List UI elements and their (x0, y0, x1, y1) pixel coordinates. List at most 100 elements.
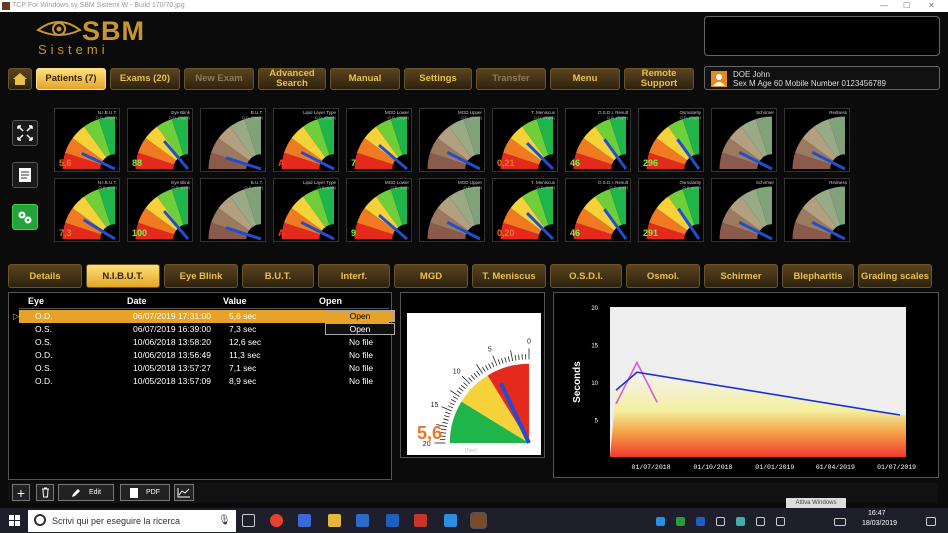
skype-icon[interactable] (444, 514, 457, 527)
tab-osmol[interactable]: Osmol. (626, 264, 700, 288)
tab-o-s-d-i[interactable]: O.S.D.I. (550, 264, 622, 288)
table-row[interactable]: O.S. 06/07/2019 16:39:00 7,3 sec Open (19, 323, 395, 336)
chrome-icon[interactable] (270, 514, 283, 527)
big-gauge-tick-label: 10 (453, 369, 461, 376)
report-button[interactable] (12, 162, 38, 188)
tray-icon-3[interactable] (696, 517, 705, 526)
tab-n-i-b-u-t[interactable]: N.I.B.U.T. (86, 264, 160, 288)
cell-value: 7,1 sec (229, 363, 257, 373)
gauge-gauges_bottom-redness[interactable]: Redness (784, 178, 850, 242)
gauge-gauges_bottom-eye-blink[interactable]: Eye Blink O.S. (Left) 100 (127, 178, 193, 242)
minimize-icon[interactable]: — (880, 0, 888, 12)
windows-start-icon[interactable] (9, 515, 20, 526)
tray-icon-6[interactable] (756, 517, 765, 526)
tray-icon-5[interactable] (736, 517, 745, 526)
nav-exams-20[interactable]: Exams (20) (110, 68, 180, 90)
tab-eye-blink[interactable]: Eye Blink (164, 264, 238, 288)
table-row[interactable]: O.D. 10/05/2018 13:57:09 8,9 sec No file (19, 375, 389, 388)
gauge-gauges_top-lipid-layer-type[interactable]: Lipid Layer Type O.D. (Right) A (273, 108, 339, 172)
cell-open: No file (349, 363, 374, 373)
close-icon[interactable]: ✕ (928, 0, 935, 12)
gauge-gauges_top-b-u-t[interactable]: B.U.T. O.D. (Right) (200, 108, 266, 172)
gauge-gauges_top-schirmer[interactable]: Schirmer (711, 108, 777, 172)
gauge-gauges_bottom-mgd-upper[interactable]: MGD Upper O.S. (Left) (419, 178, 485, 242)
table-row[interactable]: O.S. 10/05/2018 13:57:27 7,1 sec No file (19, 362, 389, 375)
tab-t-meniscus[interactable]: T. Meniscus (472, 264, 546, 288)
delete-button[interactable] (36, 484, 54, 501)
trend-chart-panel: 20 15 10 5 Seconds 01/07/2018 01/10/2018 01/01/… (553, 292, 939, 478)
expand-button[interactable] (12, 120, 38, 146)
nav-advanced-search[interactable]: Advanced Search (258, 68, 326, 90)
keyboard-icon[interactable] (834, 518, 846, 526)
nav-new-exam[interactable]: New Exam (184, 68, 254, 90)
tray-icon-1[interactable] (656, 517, 665, 526)
powerpoint-icon[interactable] (414, 514, 427, 527)
tab-b-u-t[interactable]: B.U.T. (242, 264, 314, 288)
gauge-gauges_bottom-o-s-d-i-result[interactable]: O.S.D.I. Result O.S. (Left) 46 (565, 178, 631, 242)
edge-icon[interactable] (298, 514, 311, 527)
sbm-app-icon[interactable] (470, 512, 487, 529)
app-icon (2, 2, 10, 10)
tab-mgd[interactable]: MGD (394, 264, 468, 288)
gauge-gauges_top-mgd-lower[interactable]: MGD Lower O.D. (Right) 7 (346, 108, 412, 172)
gauge-gauges_bottom-b-u-t[interactable]: B.U.T. O.S. (Left) (200, 178, 266, 242)
gauge-gauges_top-redness[interactable]: Redness (784, 108, 850, 172)
gauge-value: 296 (643, 158, 659, 168)
pdf-button[interactable]: PDF (120, 484, 170, 501)
open-button[interactable]: Open (325, 323, 395, 335)
settings-gears-button[interactable] (12, 204, 38, 230)
cell-date: 06/07/2019 16:39:00 (133, 324, 211, 334)
gauge-gauges_bottom-lipid-layer-type[interactable]: Lipid Layer Type O.S. (Left) A (273, 178, 339, 242)
gauge-side: O.D. (Right) (95, 115, 117, 120)
file-explorer-icon[interactable] (328, 514, 341, 527)
gauge-value: 5,6 (59, 158, 72, 168)
tray-icon-7[interactable] (776, 517, 785, 526)
gauge-label: Redness (829, 110, 847, 115)
nav-transfer[interactable]: Transfer (476, 68, 546, 90)
open-button[interactable]: Open (325, 310, 395, 322)
tab-details[interactable]: Details (8, 264, 82, 288)
tab-blepharitis[interactable]: Blepharitis (782, 264, 854, 288)
tab-interf[interactable]: Interf. (318, 264, 390, 288)
notification-icon[interactable] (926, 517, 936, 526)
nav-menu[interactable]: Menu (550, 68, 620, 90)
gauge-gauges_top-n-i-b-u-t[interactable]: N.I.B.U.T. O.D. (Right) 5,6 (54, 108, 120, 172)
nav-remote-support[interactable]: Remote Support (624, 68, 694, 90)
tray-icon-4[interactable] (716, 517, 725, 526)
home-button[interactable] (8, 68, 32, 90)
nav-settings[interactable]: Settings (404, 68, 472, 90)
microphone-icon[interactable]: 🎙 (218, 515, 231, 526)
store-icon[interactable] (356, 514, 369, 527)
outlook-icon[interactable] (386, 514, 399, 527)
cell-eye: O.S. (35, 337, 53, 347)
big-gauge-title: N.I.B.U.T. (489, 321, 532, 332)
table-row[interactable]: ▷ O.D. 06/07/2019 17:31:00 5,6 sec Open (13, 310, 395, 323)
gauge-gauges_top-eye-blink[interactable]: Eye Blink O.D. (Right) 88 (127, 108, 193, 172)
add-button[interactable]: + (12, 484, 30, 501)
tray-icon-2[interactable] (676, 517, 685, 526)
cell-date: 10/06/2018 13:58:20 (133, 337, 211, 347)
tab-grading-scales[interactable]: Grading scales (858, 264, 932, 288)
gauge-gauges_top-o-s-d-i-result[interactable]: O.S.D.I. Result O.D. (Right) 46 (565, 108, 631, 172)
gauge-gauges_bottom-n-i-b-u-t[interactable]: N.I.B.U.T. O.S. (Left) 7,3 (54, 178, 120, 242)
nav-manual[interactable]: Manual (330, 68, 400, 90)
task-view-icon[interactable] (242, 514, 255, 527)
gauge-gauges_bottom-t-meniscus[interactable]: T. Meniscus O.S. (Left) 0,20 (492, 178, 558, 242)
gauge-gauges_top-t-meniscus[interactable]: T. Meniscus O.D. (Right) 0,21 (492, 108, 558, 172)
edit-button[interactable]: Edit (58, 484, 114, 501)
table-row[interactable]: O.D. 10/06/2018 13:56:49 11,3 sec No file (19, 349, 389, 362)
x-tick-label: 01/07/2019 (877, 464, 916, 471)
tab-schirmer[interactable]: Schirmer (704, 264, 778, 288)
table-row[interactable]: O.S. 10/06/2018 13:58:20 12,6 sec No file (19, 336, 389, 349)
pdf-icon (130, 487, 138, 498)
gauge-gauges_top-osmolarity[interactable]: Osmolarity O.D. (Right) 296 (638, 108, 704, 172)
gauge-gauges_bottom-schirmer[interactable]: Schirmer (711, 178, 777, 242)
patient-info[interactable]: DOE John Sex M Age 60 Mobile Number 0123… (704, 66, 940, 90)
gauge-gauges_top-mgd-upper[interactable]: MGD Upper O.D. (Right) (419, 108, 485, 172)
gauge-gauges_bottom-mgd-lower[interactable]: MGD Lower O.S. (Left) 9 (346, 178, 412, 242)
gauge-gauges_bottom-osmolarity[interactable]: Osmolarity O.S. (Left) 291 (638, 178, 704, 242)
chart-button[interactable] (174, 484, 194, 501)
nav-patients-7[interactable]: Patients (7) (36, 68, 106, 90)
taskbar-search[interactable]: Scrivi qui per eseguire la ricerca 🎙 (28, 510, 236, 532)
maximize-icon[interactable]: ☐ (903, 0, 910, 12)
